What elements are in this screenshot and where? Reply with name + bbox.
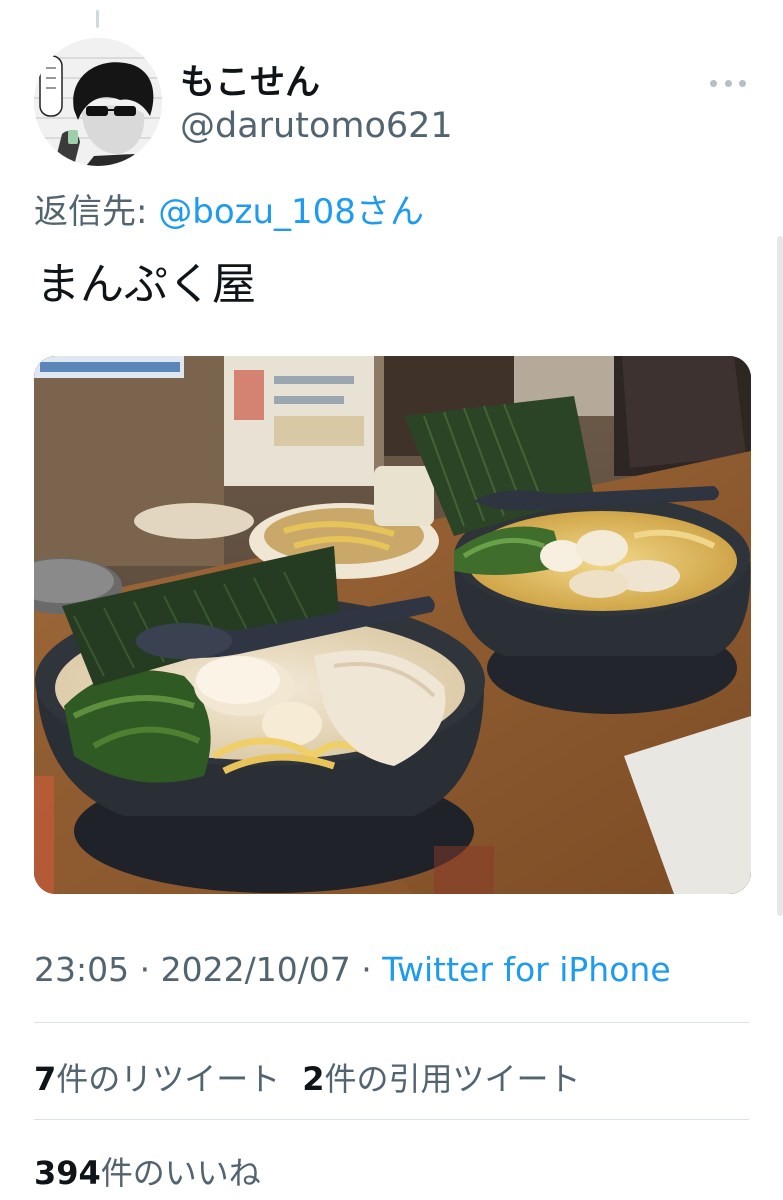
- quote-count: 2: [302, 1060, 325, 1098]
- retweet-label: 件のリツイート: [56, 1060, 281, 1098]
- reply-to-line: 返信先: @bozu_108さん: [34, 184, 424, 233]
- more-dots-icon: [710, 79, 717, 87]
- more-dots-icon: [724, 79, 732, 87]
- more-dots-icon: [739, 79, 746, 87]
- user-avatar-icon: [34, 38, 162, 166]
- display-name[interactable]: もこせん: [180, 54, 320, 105]
- more-options-button[interactable]: [710, 76, 746, 90]
- tweet-detail-page: もこせん @darutomo621 返信先: @bozu_108さん まんぷく屋: [0, 0, 783, 1200]
- meta-separator: ·: [129, 950, 161, 989]
- tweet-time[interactable]: 23:05: [34, 950, 129, 989]
- ramen-photo: [34, 356, 751, 894]
- reply-mention-link[interactable]: @bozu_108さん: [158, 192, 424, 232]
- tweet-photo[interactable]: [34, 356, 751, 894]
- engagement-stats-row: 7件のリツイート 2件の引用ツイート: [34, 1054, 581, 1100]
- avatar[interactable]: [34, 38, 162, 166]
- quotes-stat[interactable]: 2件の引用ツイート: [302, 1060, 580, 1098]
- likes-stat-row: 394件のいいね: [34, 1148, 261, 1194]
- divider: [34, 1119, 749, 1120]
- username[interactable]: @darutomo621: [180, 106, 453, 146]
- reply-prefix: 返信先:: [34, 192, 159, 232]
- tweet-header: もこせん @darutomo621: [34, 38, 754, 168]
- thread-connector-line: [96, 10, 99, 28]
- tweet-meta: 23:05 · 2022/10/07 · Twitter for iPhone: [34, 950, 671, 989]
- likes-stat[interactable]: 394件のいいね: [34, 1154, 261, 1192]
- tweet-source-link[interactable]: Twitter for iPhone: [382, 950, 670, 989]
- divider: [34, 1022, 749, 1023]
- meta-separator: ·: [350, 950, 383, 989]
- tweet-date[interactable]: 2022/10/07: [161, 950, 351, 989]
- like-label: 件のいいね: [100, 1154, 261, 1192]
- tweet-text: まんぷく屋: [36, 259, 256, 310]
- retweets-stat[interactable]: 7件のリツイート: [34, 1060, 280, 1098]
- like-count: 394: [34, 1154, 101, 1192]
- scrollbar[interactable]: [777, 236, 783, 916]
- retweet-count: 7: [34, 1060, 57, 1098]
- quote-label: 件の引用ツイート: [324, 1060, 581, 1098]
